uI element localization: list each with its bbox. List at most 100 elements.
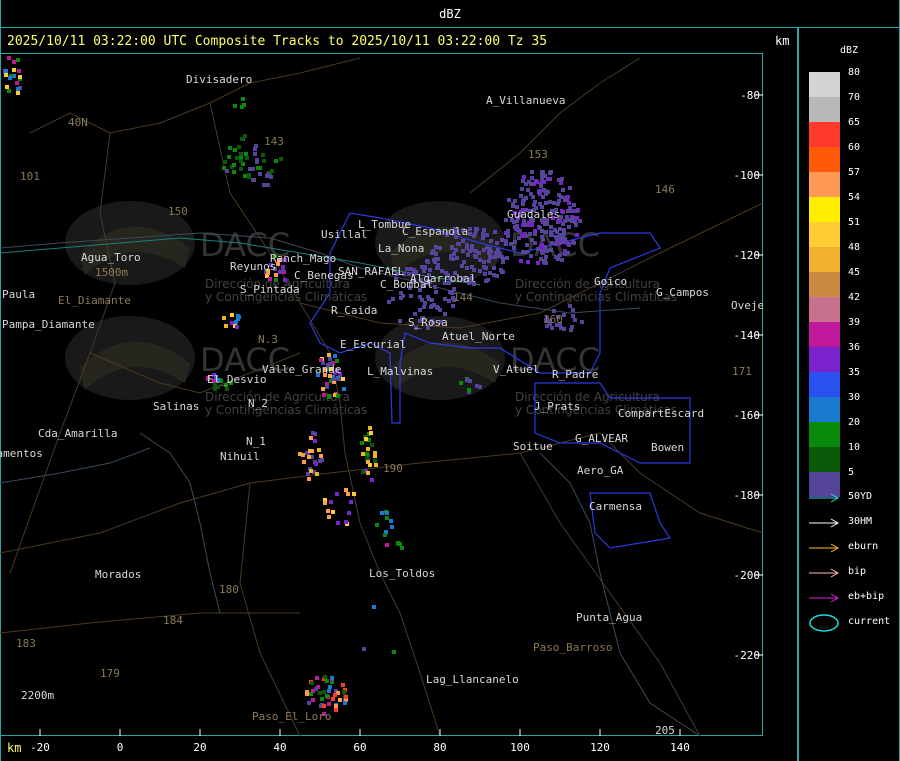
- echo-pixel: [235, 156, 239, 160]
- echo-pixel: [493, 230, 497, 234]
- frame-legend-divider: [797, 28, 799, 761]
- echo-pixel: [548, 177, 552, 181]
- y-axis-label: -140: [734, 329, 761, 342]
- echo-pixel: [266, 183, 270, 187]
- echo-pixel: [518, 229, 522, 233]
- watermark-subtitle: y Contingencias Climáticas: [515, 290, 677, 304]
- echo-pixel: [447, 299, 451, 303]
- legend-swatch-label: 70: [848, 92, 861, 103]
- road: [239, 482, 301, 737]
- y-axis-label: -220: [734, 649, 761, 662]
- echo-pixel: [311, 698, 315, 702]
- place-label: V_Atuel: [493, 363, 539, 376]
- legend-swatch-label: 57: [848, 167, 861, 178]
- echo-pixel: [422, 305, 426, 309]
- place-label: Goico: [594, 275, 627, 288]
- place-label: R_Padre: [552, 368, 598, 381]
- echo-pixel: [233, 148, 237, 152]
- echo-pixel: [544, 249, 548, 253]
- echo-pixel: [470, 244, 474, 248]
- echo-pixel: [578, 219, 582, 223]
- echo-pixel: [559, 181, 563, 185]
- road-label: 183: [16, 637, 36, 650]
- echo-pixel: [544, 230, 548, 234]
- echo-pixel: [524, 196, 528, 200]
- echo-pixel: [519, 194, 523, 198]
- legend-swatch: [809, 272, 840, 297]
- echo-pixel: [524, 234, 528, 238]
- echo-pixel: [385, 543, 389, 547]
- place-label: Valle_Grande: [262, 363, 341, 376]
- echo-pixel: [451, 257, 455, 261]
- legend-swatch-label: 35: [848, 367, 861, 378]
- echo-pixel: [370, 443, 374, 447]
- echo-pixel: [18, 75, 22, 79]
- echo-pixel: [327, 395, 331, 399]
- echo-pixel: [244, 152, 248, 156]
- echo-pixel: [243, 174, 247, 178]
- echo-pixel: [245, 156, 249, 160]
- track-label: 50YD: [848, 491, 873, 502]
- echo-pixel: [4, 69, 8, 73]
- echo-pixel: [461, 239, 465, 243]
- legend-swatch-label: 36: [848, 342, 861, 353]
- echo-pixel: [562, 228, 566, 232]
- road-label: 160: [543, 313, 563, 326]
- echo-pixel: [5, 85, 9, 89]
- legend-swatch-label: 48: [848, 242, 861, 253]
- echo-pixel: [580, 320, 584, 324]
- echo-pixel: [509, 242, 513, 246]
- echo-pixel: [258, 172, 262, 176]
- place-label: Ovejer: [731, 299, 763, 312]
- echo-pixel: [542, 180, 546, 184]
- road-label: Paso_El_Loro: [252, 710, 331, 723]
- echo-pixel: [454, 248, 458, 252]
- echo-pixel: [557, 199, 561, 203]
- echo-pixel: [307, 477, 311, 481]
- radar-map[interactable]: DACC Dirección de Agricultura y Continge…: [0, 53, 763, 754]
- echo-pixel: [450, 246, 454, 250]
- echo-pixel: [323, 501, 327, 505]
- echo-pixel: [466, 253, 470, 257]
- echo-pixel: [506, 234, 510, 238]
- echo-pixel: [336, 394, 340, 398]
- echo-pixel: [542, 260, 546, 264]
- echo-pixel: [344, 695, 348, 699]
- echo-pixel: [373, 451, 377, 455]
- echo-pixel: [418, 308, 422, 312]
- echo-pixel: [512, 246, 516, 250]
- echo-pixel: [361, 470, 365, 474]
- echo-pixel: [468, 232, 472, 236]
- echo-pixel: [380, 511, 384, 515]
- y-axis-label: -180: [734, 489, 761, 502]
- legend-swatch: [809, 222, 840, 247]
- echo-pixel: [513, 199, 517, 203]
- echo-pixel: [7, 56, 11, 60]
- echo-pixel: [495, 274, 499, 278]
- track-arrow-icon: [809, 493, 840, 503]
- road-label: 150: [168, 205, 188, 218]
- echo-pixel: [392, 650, 396, 654]
- echo-pixel: [349, 500, 353, 504]
- echo-pixel: [483, 272, 487, 276]
- echo-pixel: [560, 209, 564, 213]
- echo-pixel: [533, 232, 537, 236]
- echo-pixel: [572, 241, 576, 245]
- echo-pixel: [571, 314, 575, 318]
- place-label: R_Caida: [331, 304, 377, 317]
- place-label: G_ALVEAR: [575, 432, 628, 445]
- place-label: S_Pintada: [240, 283, 300, 296]
- echo-pixel: [525, 243, 529, 247]
- echo-pixel: [487, 259, 491, 263]
- echo-pixel: [562, 232, 566, 236]
- echo-pixel: [239, 159, 243, 163]
- echo-pixel: [315, 676, 319, 680]
- place-label: El_Desvio: [207, 373, 267, 386]
- echo-pixel: [326, 509, 330, 513]
- echo-pixel: [375, 523, 379, 527]
- echo-pixel: [241, 97, 245, 101]
- current-label: current: [848, 616, 891, 627]
- composite-header: 2025/10/11 03:22:00 UTC Composite Tracks…: [7, 34, 548, 49]
- place-label: Punta_Agua: [576, 611, 642, 624]
- echo-pixel: [569, 328, 573, 332]
